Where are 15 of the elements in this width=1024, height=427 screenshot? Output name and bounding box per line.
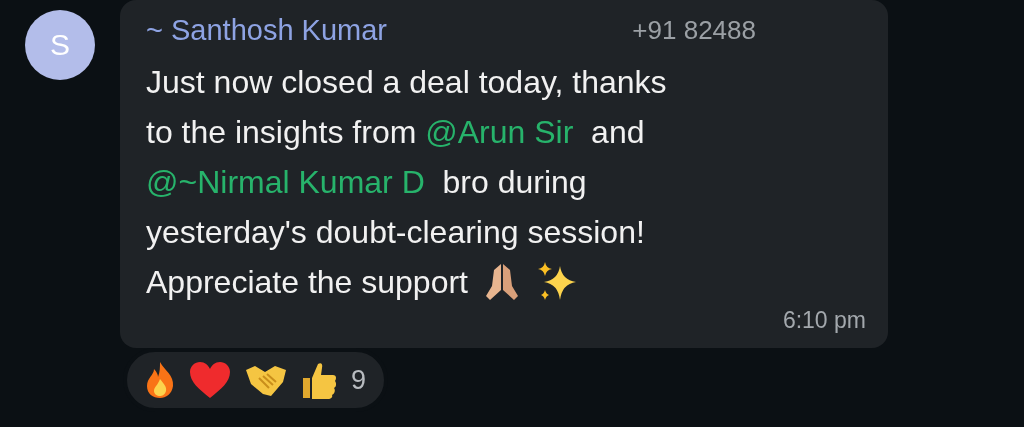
mention-link[interactable]: @Arun Sir <box>425 107 574 157</box>
message-time: 6:10 pm <box>782 307 866 334</box>
heart-icon <box>189 361 231 399</box>
message-text: and <box>590 113 645 152</box>
message-text: to the insights from <box>146 113 418 152</box>
reaction-count: 9 <box>351 364 367 396</box>
thumbs-up-icon <box>301 360 337 400</box>
message-text: yesterday's doubt-clearing session! <box>146 213 645 252</box>
mention-link[interactable]: @~Nirmal Kumar D <box>146 157 425 207</box>
sender-name[interactable]: ~ Santhosh Kumar <box>146 14 387 47</box>
message-text: Just now closed a deal today, thanks <box>146 63 667 102</box>
fire-icon <box>145 361 175 399</box>
message-text: bro during <box>441 163 587 202</box>
phone-number: +91 82488 <box>632 15 756 46</box>
message-text: Appreciate the support <box>146 263 468 302</box>
